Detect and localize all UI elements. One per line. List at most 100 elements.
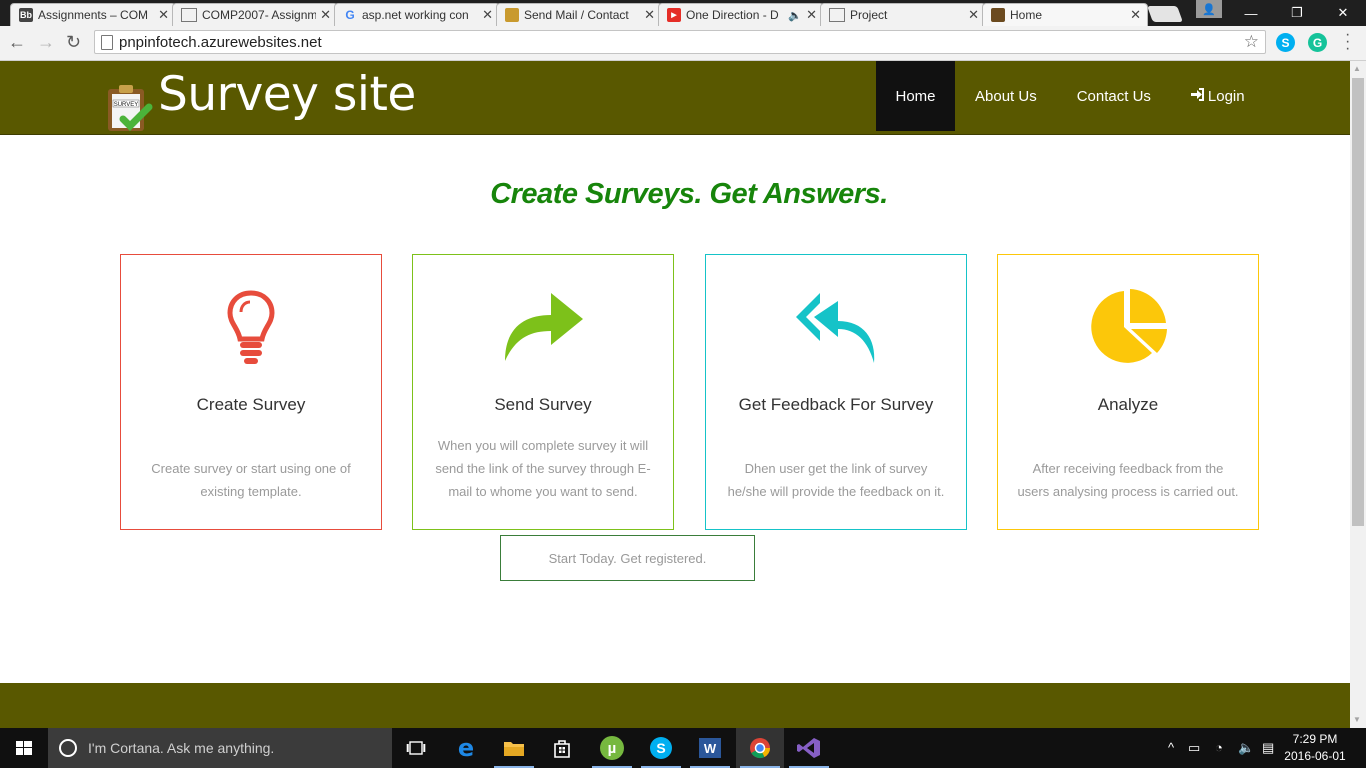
card-description: After receiving feedback from the users … [1017, 461, 1239, 499]
feature-card-feedback: Get Feedback For Survey Dhen user get th… [705, 254, 967, 530]
close-tab-icon[interactable]: ✕ [482, 7, 493, 23]
cortana-search-box[interactable]: I'm Cortana. Ask me anything. [48, 728, 392, 768]
battery-icon[interactable]: ▭ [1188, 740, 1200, 756]
scroll-up-icon[interactable]: ▲ [1353, 64, 1361, 73]
new-tab-button[interactable] [1147, 6, 1183, 22]
get-registered-button[interactable]: Start Today. Get registered. [500, 535, 755, 581]
card-title: Get Feedback For Survey [738, 395, 934, 414]
pie-chart-icon [998, 287, 1258, 367]
browser-tab[interactable]: ▶ One Direction - D 🔈 ✕ [658, 3, 824, 26]
card-description: When you will complete survey it will se… [435, 438, 651, 499]
word-icon[interactable]: W [686, 728, 734, 768]
card-title: Send Survey [494, 395, 592, 414]
browser-tab-active[interactable]: Home ✕ [982, 3, 1148, 26]
wifi-icon[interactable]: ◔ [1215, 740, 1223, 755]
browser-tab[interactable]: Bb Assignments – COM ✕ [10, 3, 176, 26]
reply-all-icon [706, 287, 966, 367]
share-arrow-icon [413, 287, 673, 367]
profile-icon[interactable]: 👤 [1196, 0, 1222, 18]
grammarly-icon[interactable]: G [1308, 33, 1327, 52]
task-view-icon[interactable] [392, 728, 440, 768]
card-title: Analyze [1097, 395, 1159, 414]
address-bar[interactable]: pnpinfotech.azurewebsites.net ☆ [94, 30, 1266, 54]
tab-title: Project [850, 8, 888, 22]
browser-tab[interactable]: Project ✕ [820, 3, 986, 26]
clock-time: 7:29 PM [1292, 732, 1338, 746]
browser-toolbar: ← → ↻ pnpinfotech.azurewebsites.net ☆ S … [0, 26, 1366, 61]
tab-title: Send Mail / Contact [524, 8, 629, 22]
nav-label: About Us [975, 87, 1037, 105]
site-icon [505, 8, 519, 22]
scroll-down-icon[interactable]: ▼ [1353, 715, 1361, 724]
nav-label: Login [1207, 87, 1245, 105]
visual-studio-icon[interactable] [785, 728, 833, 768]
clock-date: 2016-06-01 [1284, 749, 1346, 763]
survey-logo-icon[interactable]: SURVEY [105, 83, 153, 133]
browser-menu-icon[interactable]: · · · [1345, 27, 1350, 57]
card-description: Create survey or start using one of exis… [151, 461, 351, 499]
nav-label: Contact Us [1076, 87, 1151, 105]
document-icon [181, 8, 197, 22]
main-nav: Home About Us Contact Us Login [876, 61, 1265, 131]
page-info-icon[interactable] [101, 35, 113, 50]
document-icon [829, 8, 845, 22]
survey-icon [991, 8, 1005, 22]
cortana-placeholder: I'm Cortana. Ask me anything. [88, 740, 275, 756]
url-text[interactable]: pnpinfotech.azurewebsites.net [119, 34, 322, 51]
site-header: SURVEY Survey site Home About Us Contact… [0, 61, 1350, 135]
close-tab-icon[interactable]: ✕ [158, 7, 169, 23]
site-title[interactable]: Survey site [158, 67, 416, 122]
tab-title: Assignments – COM [38, 8, 149, 22]
windows-start-icon[interactable] [0, 728, 48, 768]
reload-icon[interactable]: ↻ [66, 32, 81, 53]
card-title: Create Survey [196, 395, 306, 414]
edge-icon[interactable]: e [442, 728, 490, 768]
close-tab-icon[interactable]: ✕ [1130, 7, 1141, 23]
browser-tab[interactable]: COMP2007- Assignm ✕ [172, 3, 338, 26]
card-description: Dhen user get the link of survey he/she … [727, 461, 945, 499]
restore-icon[interactable]: ❐ [1274, 0, 1320, 26]
browser-tab-strip: Bb Assignments – COM ✕ COMP2007- Assignm… [0, 0, 1366, 26]
site-footer [0, 683, 1350, 728]
show-hidden-icons[interactable]: ^ [1168, 740, 1174, 755]
bookmark-star-icon[interactable]: ☆ [1244, 32, 1259, 52]
cortana-icon [59, 739, 77, 757]
nav-contact-us[interactable]: Contact Us [1057, 61, 1171, 131]
youtube-icon: ▶ [667, 8, 681, 22]
audio-icon: 🔈 [788, 9, 803, 22]
minimize-icon[interactable]: — [1228, 0, 1274, 26]
feature-card-create: Create Survey Create survey or start usi… [120, 254, 382, 530]
svg-text:SURVEY: SURVEY [114, 102, 139, 108]
nav-home[interactable]: Home [876, 61, 955, 131]
chrome-icon[interactable] [736, 728, 784, 768]
nav-label: Home [895, 87, 936, 105]
skype-icon[interactable]: S [1276, 33, 1295, 52]
tab-title: Home [1010, 8, 1043, 22]
close-tab-icon[interactable]: ✕ [806, 7, 817, 23]
lightbulb-icon [121, 287, 381, 367]
forward-arrow-icon[interactable]: → [37, 32, 55, 53]
tab-title: One Direction - D [686, 8, 779, 22]
skype-icon[interactable]: S [637, 728, 685, 768]
notifications-icon[interactable]: ▤ [1262, 740, 1274, 756]
close-window-icon[interactable]: ✕ [1320, 0, 1366, 26]
blackboard-icon: Bb [19, 8, 33, 22]
file-explorer-icon[interactable] [490, 728, 538, 768]
close-tab-icon[interactable]: ✕ [968, 7, 979, 23]
close-tab-icon[interactable]: ✕ [644, 7, 655, 23]
feature-card-analyze: Analyze After receiving feedback from th… [997, 254, 1259, 530]
nav-login[interactable]: Login [1171, 61, 1265, 131]
nav-about-us[interactable]: About Us [955, 61, 1057, 131]
store-icon[interactable] [538, 728, 586, 768]
taskbar-clock[interactable]: 7:29 PM 2016-06-01 [1284, 731, 1346, 765]
volume-icon[interactable]: 🔈 [1238, 740, 1254, 756]
browser-tab[interactable]: G asp.net working con ✕ [334, 3, 500, 26]
scrollbar-thumb[interactable] [1352, 78, 1364, 526]
tab-title: COMP2007- Assignm [202, 8, 317, 22]
feature-card-send: Send Survey When you will complete surve… [412, 254, 674, 530]
utorrent-icon[interactable]: µ [588, 728, 636, 768]
close-tab-icon[interactable]: ✕ [320, 7, 331, 23]
back-arrow-icon[interactable]: ← [8, 32, 26, 53]
tagline: Create Surveys. Get Answers. [490, 178, 888, 210]
browser-tab[interactable]: Send Mail / Contact ✕ [496, 3, 662, 26]
